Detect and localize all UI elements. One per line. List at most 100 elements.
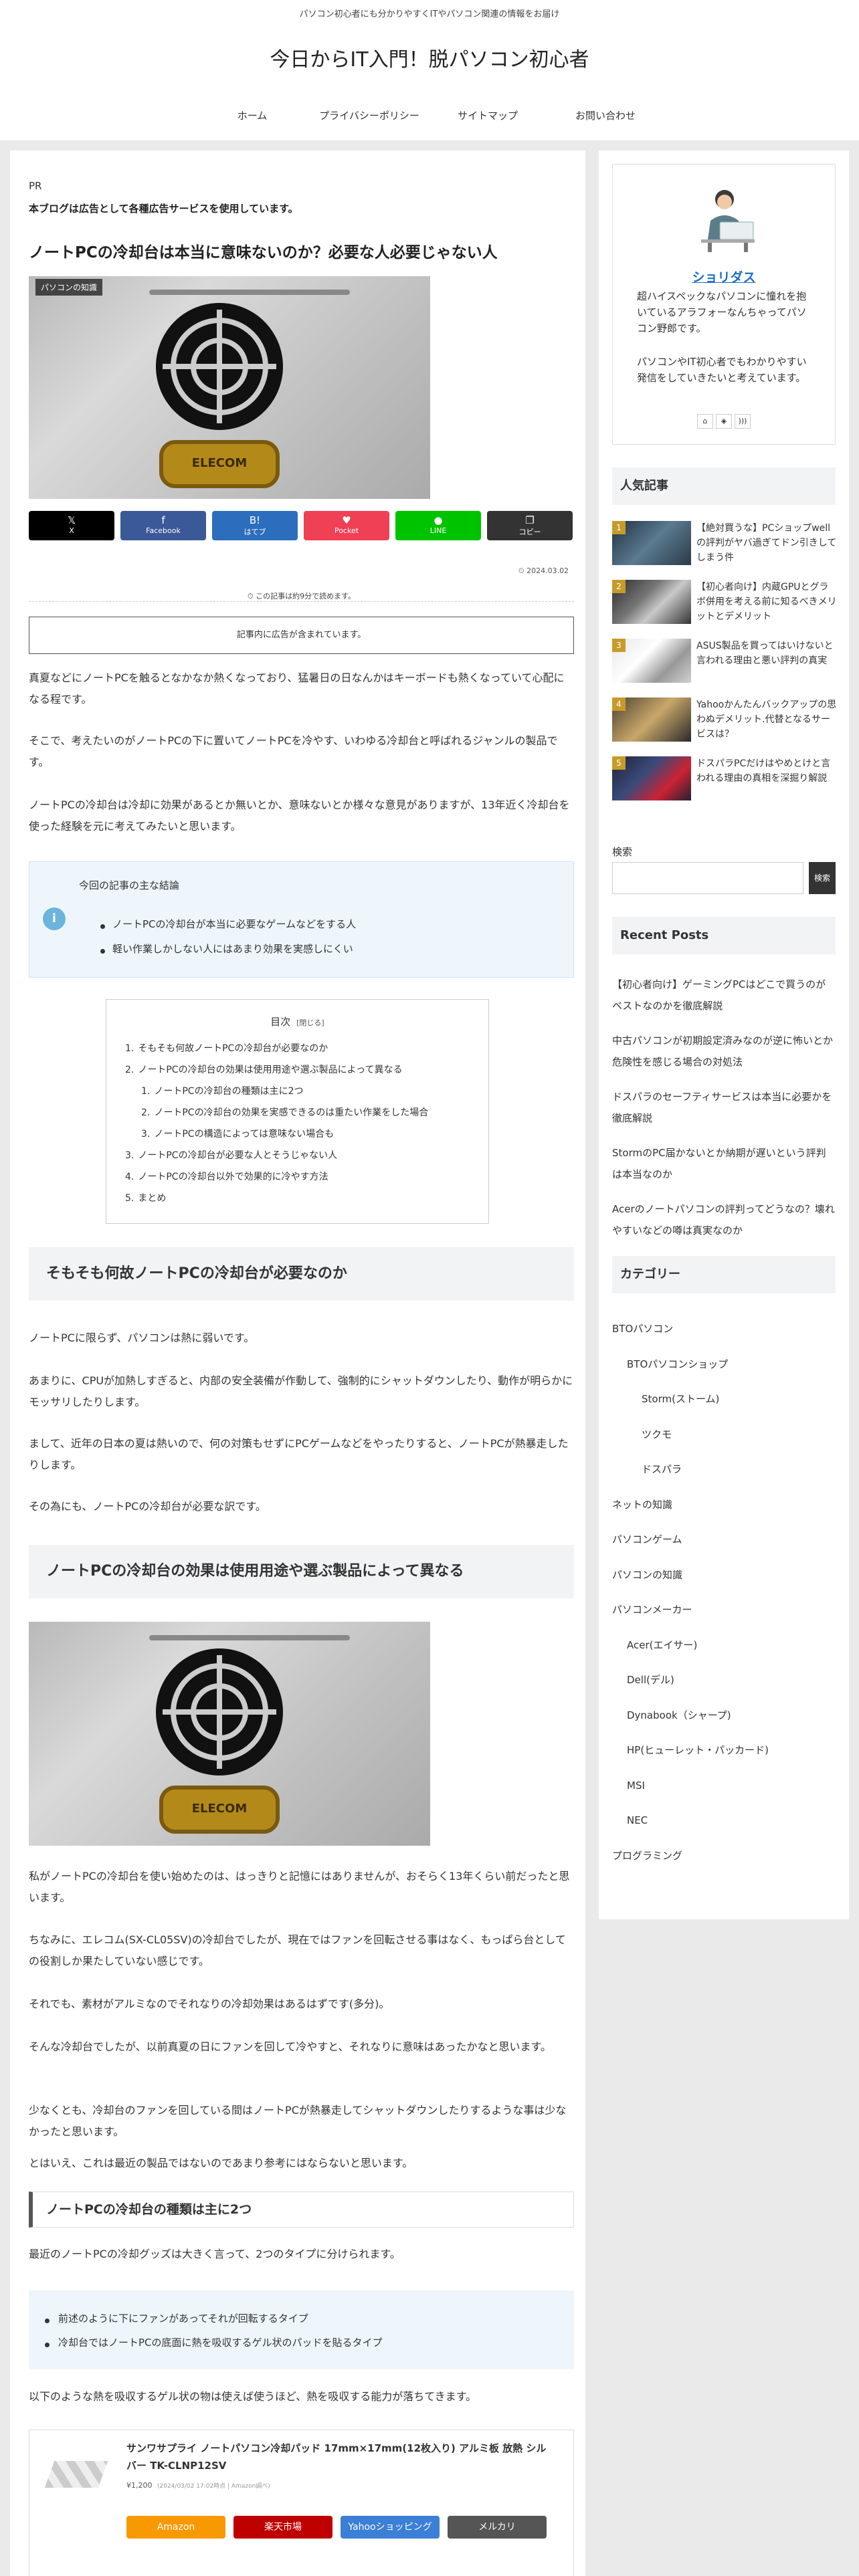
section-heading: ノートPCの冷却台の効果は使用用途や選ぶ製品によって異なる xyxy=(29,1545,574,1598)
search-button[interactable]: 検索 xyxy=(809,862,836,894)
popular-post-thumbnail[interactable]: 4 xyxy=(612,697,691,742)
popular-post-item[interactable]: 4 Yahooかんたんバックアップの思わぬデメリット.代替となるサービスは？ xyxy=(612,697,836,746)
author-name[interactable]: ショリダス xyxy=(613,267,835,286)
toc-item[interactable]: 3. ノートPCの構造によっては意味ない場合も xyxy=(141,1127,334,1140)
toc-item[interactable]: 2. ノートPCの冷却台の効果は使用用途や選ぶ製品によって異なる xyxy=(125,1063,402,1076)
toc-item[interactable]: 4. ノートPCの冷却台以外で効果的に冷やす方法 xyxy=(125,1170,328,1183)
rank-badge: 4 xyxy=(612,697,626,711)
paragraph: まして、近年の日本の夏は熱いので、何の対策もせずにPCゲームなどをやったりすると… xyxy=(29,1437,569,1471)
rank-badge: 2 xyxy=(612,580,626,593)
read-time: ⏱ この記事は約9分で読めます。 xyxy=(248,592,355,601)
paragraph: あまりに、CPUが加熱しすぎると、内部の安全装備が作動して、強制的にシャットダウ… xyxy=(29,1374,573,1408)
paragraph: その為にも、ノートPCの冷却台が必要な訳です。 xyxy=(29,1500,266,1513)
home-icon[interactable]: ⌂ xyxy=(697,414,713,429)
popular-post-item[interactable]: 1 【絶対買うな】PCショップwellの評判がヤバ過ぎてドン引きしてしまう件 xyxy=(612,521,836,569)
category-link[interactable]: NEC xyxy=(627,1814,648,1827)
shop-button[interactable]: 楽天市場 xyxy=(233,2516,332,2539)
category-badge[interactable]: パソコンの知識 xyxy=(35,279,103,296)
shop-button[interactable]: Yahooショッピング xyxy=(341,2516,440,2539)
category-link[interactable]: Acer(エイサー) xyxy=(627,1638,697,1652)
toc-item[interactable]: 1. そもそも何故ノートPCの冷却台が必要なのか xyxy=(125,1041,328,1055)
category-link[interactable]: MSI xyxy=(627,1779,645,1792)
product-image[interactable] xyxy=(43,2448,110,2494)
nav-home[interactable]: ホーム xyxy=(185,104,319,127)
recent-post-link[interactable]: ドスパラのセーフティサービスは本当に必要かを徹底解説 xyxy=(612,1086,836,1129)
recent-post-link[interactable]: 【初心者向け】ゲーミングPCはどこで買うのがベストなのかを徹底解説 xyxy=(612,974,836,1016)
pocket-icon: ♥ xyxy=(342,514,351,526)
eyecatch-image: ELECOM パソコンの知識 xyxy=(29,276,430,499)
toc-title: 目次 xyxy=(270,1016,291,1028)
category-link[interactable]: ドスパラ xyxy=(642,1463,682,1476)
popular-post-title[interactable]: 【初心者向け】内蔵GPUとグラボ併用を考える前に知るべきメリットとデメリット xyxy=(696,580,837,624)
category-link[interactable]: プログラミング xyxy=(612,1849,682,1862)
conclusion-item: ノートPCの冷却台が本当に必要なゲームなどをする人 xyxy=(112,918,357,930)
popular-post-thumbnail[interactable]: 5 xyxy=(612,756,691,800)
category-link[interactable]: パソコンの知識 xyxy=(612,1568,682,1582)
toc-item[interactable]: 2. ノートPCの冷却台の効果を実感できるのは重たい作業をした場合 xyxy=(141,1105,428,1119)
toc-item[interactable]: 1. ノートPCの冷却台の種類は主に2つ xyxy=(141,1084,303,1097)
recent-post-link[interactable]: StormのPC届かないとか納期が遅いという評判は本当なのか xyxy=(612,1142,836,1185)
feedly-icon[interactable]: ◈ xyxy=(716,414,732,429)
popular-post-title[interactable]: Yahooかんたんバックアップの思わぬデメリット.代替となるサービスは？ xyxy=(696,697,837,742)
elecom-plate: ELECOM xyxy=(159,1786,280,1834)
paragraph: 最近のノートPCの冷却グッズは大きく言って、2つのタイプに分けられます。 xyxy=(29,2248,401,2260)
popular-post-item[interactable]: 3 ASUS製品を買ってはいけないと言われる理由と悪い評判の真実 xyxy=(612,639,836,687)
popular-post-item[interactable]: 5 ドスパラPCだけはやめとけと言われる理由の真相を深掘り解説 xyxy=(612,756,836,804)
rank-badge: 5 xyxy=(612,756,626,770)
popular-post-item[interactable]: 2 【初心者向け】内蔵GPUとグラボ併用を考える前に知るべきメリットとデメリット xyxy=(612,580,837,628)
share-label: X xyxy=(69,526,74,535)
category-link[interactable]: ツクモ xyxy=(642,1428,672,1441)
popular-post-thumbnail[interactable]: 1 xyxy=(612,521,691,565)
popular-post-title[interactable]: ドスパラPCだけはやめとけと言われる理由の真相を深掘り解説 xyxy=(696,756,837,786)
shop-button[interactable]: メルカリ xyxy=(448,2516,547,2539)
recent-post-link[interactable]: Acerのノートパソコンの評判ってどうなの？壊れやすいなどの噂は真実なのか xyxy=(612,1198,836,1241)
paragraph: ノートPCに限らず、パソコンは熱に弱いです。 xyxy=(29,1331,255,1344)
article-image: ELECOM xyxy=(29,1622,430,1846)
rss-icon[interactable]: ))) xyxy=(735,414,751,429)
shop-button[interactable]: Amazon xyxy=(126,2516,225,2539)
table-of-contents: 目次 [閉じる] 1. そもそも何故ノートPCの冷却台が必要なのか 2. ノートPCの… xyxy=(106,999,489,1224)
popular-post-title[interactable]: ASUS製品を買ってはいけないと言われる理由と悪い評判の真実 xyxy=(696,639,837,668)
toc-toggle[interactable]: [閉じる] xyxy=(296,1018,324,1027)
product-title[interactable]: サンワサプライ ノートパソコン冷却パッド 17mm×17mm(12枚入り) アル… xyxy=(126,2440,555,2474)
category-link[interactable]: HP(ヒューレット・パッカード) xyxy=(627,1743,769,1757)
nav-contact[interactable]: お問い合わせ xyxy=(539,104,672,127)
pr-notice: 本ブログは広告として各種広告サービスを使用しています。 xyxy=(29,203,298,215)
category-link[interactable]: パソコンメーカー xyxy=(612,1603,692,1616)
popular-post-thumbnail[interactable]: 2 xyxy=(612,580,691,624)
category-link[interactable]: ネットの知識 xyxy=(612,1498,672,1511)
recent-post-link[interactable]: 中古パソコンが初期設定済みなのが逆に怖いとか危険性を感じる場合の対処法 xyxy=(612,1030,836,1073)
post-date: ⏲ 2024.03.02 xyxy=(518,566,569,575)
category-link[interactable]: Dell(デル) xyxy=(627,1673,674,1687)
popular-post-thumbnail[interactable]: 3 xyxy=(612,639,691,683)
share-copy-button[interactable]: ❐ コピー xyxy=(487,511,573,540)
nav-sitemap[interactable]: サイトマップ xyxy=(421,104,555,127)
share-hatena-button[interactable]: B! はてブ xyxy=(212,511,298,540)
share-facebook-button[interactable]: f Facebook xyxy=(120,511,206,540)
share-label: LINE xyxy=(430,526,447,535)
share-pocket-button[interactable]: ♥ Pocket xyxy=(304,511,389,540)
pr-label: PR xyxy=(29,180,42,192)
site-title[interactable]: 今日からIT入門！脱パソコン初心者 xyxy=(0,43,859,72)
rank-badge: 3 xyxy=(612,639,626,652)
nav-privacy-policy[interactable]: プライバシーポリシー xyxy=(302,104,436,127)
share-x-button[interactable]: 𝕏X xyxy=(29,511,114,540)
rank-badge: 1 xyxy=(612,521,626,534)
popular-post-title[interactable]: 【絶対買うな】PCショップwellの評判がヤバ過ぎてドン引きしてしまう件 xyxy=(696,521,837,565)
category-link[interactable]: Storm(ストーム) xyxy=(642,1392,719,1406)
author-bio: 超ハイスペックなパソコンに憧れを抱いているアラフォーなんちゃってパソコン野郎です… xyxy=(637,290,807,334)
facebook-icon: f xyxy=(161,514,165,526)
category-link[interactable]: Dynabook（シャープ) xyxy=(627,1709,731,1722)
toc-item[interactable]: 5. まとめ xyxy=(125,1191,166,1204)
toc-item[interactable]: 3. ノートPCの冷却台が必要な人とそうじゃない人 xyxy=(125,1148,337,1162)
search-input[interactable] xyxy=(612,862,803,894)
share-line-button[interactable]: ● LINE xyxy=(395,511,481,540)
paragraph: 私がノートPCの冷却台を使い始めたのは、はっきりと記憶にはありませんが、おそらく… xyxy=(29,1870,570,1904)
category-link[interactable]: BTOパソコンショップ xyxy=(627,1358,728,1371)
category-link[interactable]: BTOパソコン xyxy=(612,1322,673,1335)
category-heading: カテゴリー xyxy=(612,1256,836,1293)
site-tagline: パソコン初心者にも分かりやすくITやパソコン関連の情報をお届け xyxy=(299,9,560,19)
share-label: Facebook xyxy=(146,526,181,535)
category-link[interactable]: パソコンゲーム xyxy=(612,1533,682,1546)
product-card: サンワサプライ ノートパソコン冷却パッド 17mm×17mm(12枚入り) アル… xyxy=(29,2430,574,2576)
